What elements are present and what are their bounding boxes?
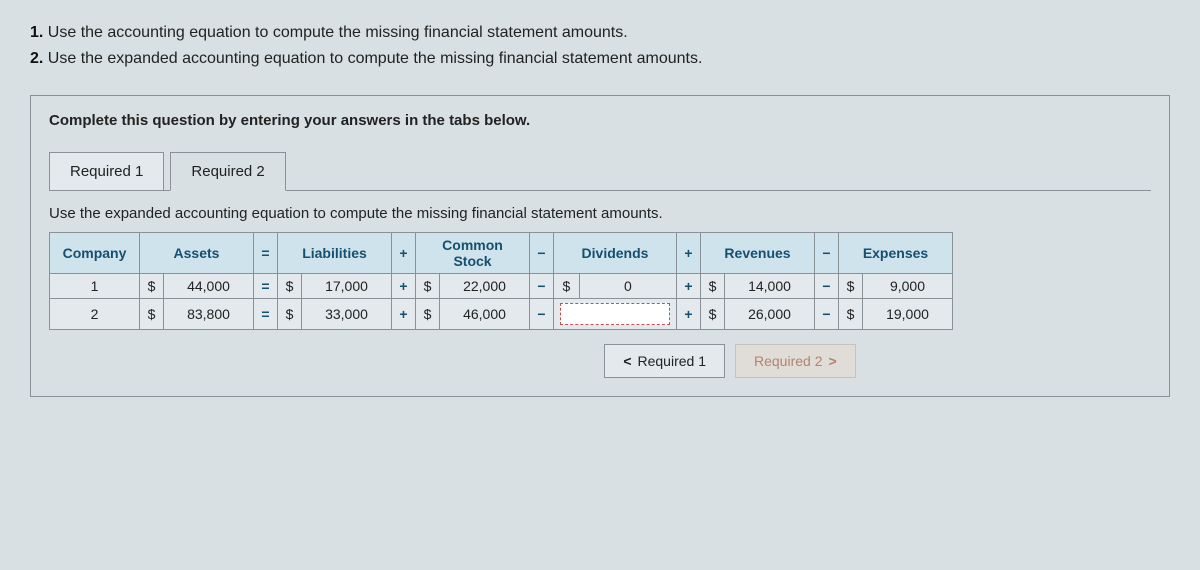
instruction-line-1: 1. Use the accounting equation to comput… [30,20,1170,46]
cell-op-eq: = [254,274,278,299]
prev-button[interactable]: < Required 1 [604,344,725,378]
cell-revenues[interactable]: 26,000 [725,299,815,330]
cell-dollar: $ [839,299,863,330]
tab-required-2[interactable]: Required 2 [170,152,285,191]
th-expenses: Expenses [839,233,953,274]
th-plus-2: + [677,233,701,274]
cell-company: 2 [50,299,140,330]
cell-dollar: $ [701,299,725,330]
cell-assets[interactable]: 44,000 [164,274,254,299]
th-revenues: Revenues [701,233,815,274]
instruction-text-1: Use the accounting equation to compute t… [43,24,627,41]
cell-assets[interactable]: 83,800 [164,299,254,330]
cell-dividends[interactable]: 0 [579,274,676,299]
table-header-row: Company Assets = Liabilities + Common St… [50,233,953,274]
next-button-label: Required 2 [754,353,823,369]
content-box: Complete this question by entering your … [30,95,1170,397]
cell-dollar: $ [416,274,440,299]
cell-op-plus: + [392,299,416,330]
chevron-right-icon: > [829,353,837,369]
th-company: Company [50,233,140,274]
cell-op-plus: + [677,299,701,330]
th-liabilities: Liabilities [278,233,392,274]
cell-dollar: $ [278,274,302,299]
cell-revenues[interactable]: 14,000 [725,274,815,299]
cell-dividends-input[interactable] [554,299,677,330]
cell-expenses[interactable]: 9,000 [863,274,953,299]
th-common-stock: Common Stock [416,233,530,274]
instruction-line-2: 2. Use the expanded accounting equation … [30,46,1170,72]
cell-op-minus: − [815,299,839,330]
cell-company: 1 [50,274,140,299]
cell-dollar: $ [839,274,863,299]
cell-op-minus: − [815,274,839,299]
equation-table: Company Assets = Liabilities + Common St… [49,232,953,330]
th-assets: Assets [140,233,254,274]
cell-op-minus: − [530,299,554,330]
instruction-text-2: Use the expanded accounting equation to … [43,50,702,67]
cell-op-plus: + [677,274,701,299]
cell-dollar: $ [278,299,302,330]
cell-dollar: $ [140,299,164,330]
instructions-block: 1. Use the accounting equation to comput… [30,20,1170,71]
cell-expenses[interactable]: 19,000 [863,299,953,330]
cell-op-minus: − [530,274,554,299]
nav-row: < Required 1 Required 2 > [49,344,1151,378]
table-row: 1 $ 44,000 = $ 17,000 + $ 22,000 − $ 0 +… [50,274,953,299]
table-row: 2 $ 83,800 = $ 33,000 + $ 46,000 − + $ 2… [50,299,953,330]
th-minus-1: − [530,233,554,274]
cell-common-stock[interactable]: 22,000 [440,274,530,299]
cell-dollar: $ [701,274,725,299]
cell-liabilities[interactable]: 33,000 [302,299,392,330]
chevron-left-icon: < [623,353,631,369]
prev-button-label: Required 1 [638,353,707,369]
th-dividends: Dividends [554,233,677,274]
tabs-row: Required 1 Required 2 [49,151,1151,190]
instruction-num-2: 2. [30,50,43,67]
dividends-input-field[interactable] [560,303,670,325]
next-button: Required 2 > [735,344,856,378]
tab-description: Use the expanded accounting equation to … [49,190,1151,232]
cell-liabilities[interactable]: 17,000 [302,274,392,299]
cell-common-stock[interactable]: 46,000 [440,299,530,330]
th-eq: = [254,233,278,274]
cell-op-eq: = [254,299,278,330]
cell-dollar: $ [140,274,164,299]
th-minus-2: − [815,233,839,274]
instruction-num-1: 1. [30,24,43,41]
cell-dollar: $ [416,299,440,330]
tab-required-1[interactable]: Required 1 [49,152,164,191]
cell-dollar: $ [554,274,580,299]
complete-instruction: Complete this question by entering your … [49,112,1151,129]
cell-op-plus: + [392,274,416,299]
th-plus-1: + [392,233,416,274]
